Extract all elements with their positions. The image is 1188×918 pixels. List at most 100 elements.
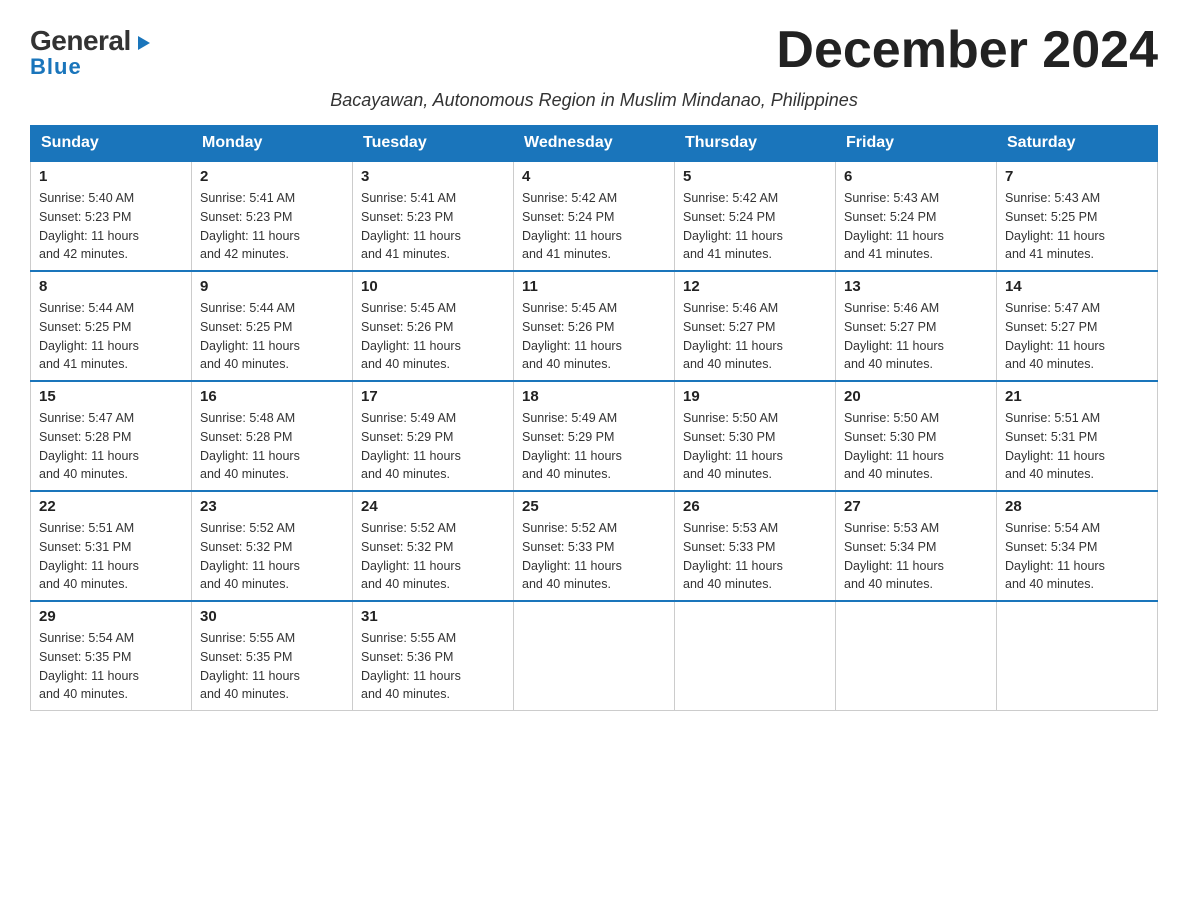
day-info: Sunrise: 5:45 AMSunset: 5:26 PMDaylight:… <box>361 299 505 374</box>
table-row: 14 Sunrise: 5:47 AMSunset: 5:27 PMDaylig… <box>997 271 1158 381</box>
table-row: 21 Sunrise: 5:51 AMSunset: 5:31 PMDaylig… <box>997 381 1158 491</box>
page-header: General Blue December 2024 <box>30 20 1158 80</box>
table-row <box>836 601 997 711</box>
day-info: Sunrise: 5:42 AMSunset: 5:24 PMDaylight:… <box>683 189 827 264</box>
week-row-2: 8 Sunrise: 5:44 AMSunset: 5:25 PMDayligh… <box>31 271 1158 381</box>
table-row: 6 Sunrise: 5:43 AMSunset: 5:24 PMDayligh… <box>836 161 997 271</box>
day-info: Sunrise: 5:42 AMSunset: 5:24 PMDaylight:… <box>522 189 666 264</box>
table-row: 22 Sunrise: 5:51 AMSunset: 5:31 PMDaylig… <box>31 491 192 601</box>
day-number: 28 <box>1005 498 1149 515</box>
day-number: 5 <box>683 168 827 185</box>
col-saturday: Saturday <box>997 126 1158 162</box>
table-row <box>997 601 1158 711</box>
day-info: Sunrise: 5:55 AMSunset: 5:35 PMDaylight:… <box>200 629 344 704</box>
day-number: 30 <box>200 608 344 625</box>
day-number: 1 <box>39 168 183 185</box>
day-number: 6 <box>844 168 988 185</box>
day-info: Sunrise: 5:45 AMSunset: 5:26 PMDaylight:… <box>522 299 666 374</box>
day-info: Sunrise: 5:55 AMSunset: 5:36 PMDaylight:… <box>361 629 505 704</box>
table-row <box>514 601 675 711</box>
table-row: 17 Sunrise: 5:49 AMSunset: 5:29 PMDaylig… <box>353 381 514 491</box>
table-row: 12 Sunrise: 5:46 AMSunset: 5:27 PMDaylig… <box>675 271 836 381</box>
calendar-table: Sunday Monday Tuesday Wednesday Thursday… <box>30 125 1158 711</box>
day-info: Sunrise: 5:44 AMSunset: 5:25 PMDaylight:… <box>200 299 344 374</box>
table-row: 24 Sunrise: 5:52 AMSunset: 5:32 PMDaylig… <box>353 491 514 601</box>
day-info: Sunrise: 5:50 AMSunset: 5:30 PMDaylight:… <box>683 409 827 484</box>
day-number: 17 <box>361 388 505 405</box>
table-row: 11 Sunrise: 5:45 AMSunset: 5:26 PMDaylig… <box>514 271 675 381</box>
day-number: 2 <box>200 168 344 185</box>
day-info: Sunrise: 5:47 AMSunset: 5:27 PMDaylight:… <box>1005 299 1149 374</box>
day-number: 18 <box>522 388 666 405</box>
day-info: Sunrise: 5:41 AMSunset: 5:23 PMDaylight:… <box>361 189 505 264</box>
table-row: 27 Sunrise: 5:53 AMSunset: 5:34 PMDaylig… <box>836 491 997 601</box>
table-row: 1 Sunrise: 5:40 AMSunset: 5:23 PMDayligh… <box>31 161 192 271</box>
day-number: 9 <box>200 278 344 295</box>
day-info: Sunrise: 5:52 AMSunset: 5:32 PMDaylight:… <box>200 519 344 594</box>
col-tuesday: Tuesday <box>353 126 514 162</box>
day-number: 29 <box>39 608 183 625</box>
day-info: Sunrise: 5:52 AMSunset: 5:33 PMDaylight:… <box>522 519 666 594</box>
logo-blue-text: Blue <box>30 54 82 80</box>
day-info: Sunrise: 5:53 AMSunset: 5:33 PMDaylight:… <box>683 519 827 594</box>
day-info: Sunrise: 5:50 AMSunset: 5:30 PMDaylight:… <box>844 409 988 484</box>
table-row: 26 Sunrise: 5:53 AMSunset: 5:33 PMDaylig… <box>675 491 836 601</box>
day-info: Sunrise: 5:47 AMSunset: 5:28 PMDaylight:… <box>39 409 183 484</box>
day-number: 8 <box>39 278 183 295</box>
col-friday: Friday <box>836 126 997 162</box>
day-number: 21 <box>1005 388 1149 405</box>
table-row: 2 Sunrise: 5:41 AMSunset: 5:23 PMDayligh… <box>192 161 353 271</box>
day-number: 13 <box>844 278 988 295</box>
day-number: 24 <box>361 498 505 515</box>
table-row: 4 Sunrise: 5:42 AMSunset: 5:24 PMDayligh… <box>514 161 675 271</box>
day-info: Sunrise: 5:40 AMSunset: 5:23 PMDaylight:… <box>39 189 183 264</box>
table-row: 10 Sunrise: 5:45 AMSunset: 5:26 PMDaylig… <box>353 271 514 381</box>
table-row: 29 Sunrise: 5:54 AMSunset: 5:35 PMDaylig… <box>31 601 192 711</box>
day-info: Sunrise: 5:43 AMSunset: 5:24 PMDaylight:… <box>844 189 988 264</box>
month-title: December 2024 <box>776 20 1158 80</box>
col-thursday: Thursday <box>675 126 836 162</box>
day-number: 27 <box>844 498 988 515</box>
calendar-header-row: Sunday Monday Tuesday Wednesday Thursday… <box>31 126 1158 162</box>
table-row: 31 Sunrise: 5:55 AMSunset: 5:36 PMDaylig… <box>353 601 514 711</box>
day-number: 31 <box>361 608 505 625</box>
table-row: 13 Sunrise: 5:46 AMSunset: 5:27 PMDaylig… <box>836 271 997 381</box>
day-number: 4 <box>522 168 666 185</box>
day-number: 26 <box>683 498 827 515</box>
day-info: Sunrise: 5:46 AMSunset: 5:27 PMDaylight:… <box>844 299 988 374</box>
day-number: 10 <box>361 278 505 295</box>
table-row: 3 Sunrise: 5:41 AMSunset: 5:23 PMDayligh… <box>353 161 514 271</box>
day-info: Sunrise: 5:41 AMSunset: 5:23 PMDaylight:… <box>200 189 344 264</box>
table-row: 5 Sunrise: 5:42 AMSunset: 5:24 PMDayligh… <box>675 161 836 271</box>
table-row: 23 Sunrise: 5:52 AMSunset: 5:32 PMDaylig… <box>192 491 353 601</box>
logo-triangle-icon <box>134 27 152 59</box>
table-row: 30 Sunrise: 5:55 AMSunset: 5:35 PMDaylig… <box>192 601 353 711</box>
table-row: 25 Sunrise: 5:52 AMSunset: 5:33 PMDaylig… <box>514 491 675 601</box>
day-info: Sunrise: 5:51 AMSunset: 5:31 PMDaylight:… <box>1005 409 1149 484</box>
table-row: 20 Sunrise: 5:50 AMSunset: 5:30 PMDaylig… <box>836 381 997 491</box>
table-row: 15 Sunrise: 5:47 AMSunset: 5:28 PMDaylig… <box>31 381 192 491</box>
day-info: Sunrise: 5:54 AMSunset: 5:35 PMDaylight:… <box>39 629 183 704</box>
table-row: 19 Sunrise: 5:50 AMSunset: 5:30 PMDaylig… <box>675 381 836 491</box>
day-info: Sunrise: 5:49 AMSunset: 5:29 PMDaylight:… <box>522 409 666 484</box>
day-number: 19 <box>683 388 827 405</box>
table-row: 7 Sunrise: 5:43 AMSunset: 5:25 PMDayligh… <box>997 161 1158 271</box>
day-number: 25 <box>522 498 666 515</box>
day-number: 22 <box>39 498 183 515</box>
table-row: 9 Sunrise: 5:44 AMSunset: 5:25 PMDayligh… <box>192 271 353 381</box>
calendar-subtitle: Bacayawan, Autonomous Region in Muslim M… <box>30 90 1158 111</box>
col-sunday: Sunday <box>31 126 192 162</box>
week-row-3: 15 Sunrise: 5:47 AMSunset: 5:28 PMDaylig… <box>31 381 1158 491</box>
logo: General Blue <box>30 20 152 80</box>
table-row: 16 Sunrise: 5:48 AMSunset: 5:28 PMDaylig… <box>192 381 353 491</box>
week-row-5: 29 Sunrise: 5:54 AMSunset: 5:35 PMDaylig… <box>31 601 1158 711</box>
day-number: 7 <box>1005 168 1149 185</box>
day-info: Sunrise: 5:53 AMSunset: 5:34 PMDaylight:… <box>844 519 988 594</box>
day-info: Sunrise: 5:43 AMSunset: 5:25 PMDaylight:… <box>1005 189 1149 264</box>
day-info: Sunrise: 5:54 AMSunset: 5:34 PMDaylight:… <box>1005 519 1149 594</box>
day-info: Sunrise: 5:44 AMSunset: 5:25 PMDaylight:… <box>39 299 183 374</box>
day-info: Sunrise: 5:51 AMSunset: 5:31 PMDaylight:… <box>39 519 183 594</box>
week-row-1: 1 Sunrise: 5:40 AMSunset: 5:23 PMDayligh… <box>31 161 1158 271</box>
day-number: 3 <box>361 168 505 185</box>
day-number: 23 <box>200 498 344 515</box>
